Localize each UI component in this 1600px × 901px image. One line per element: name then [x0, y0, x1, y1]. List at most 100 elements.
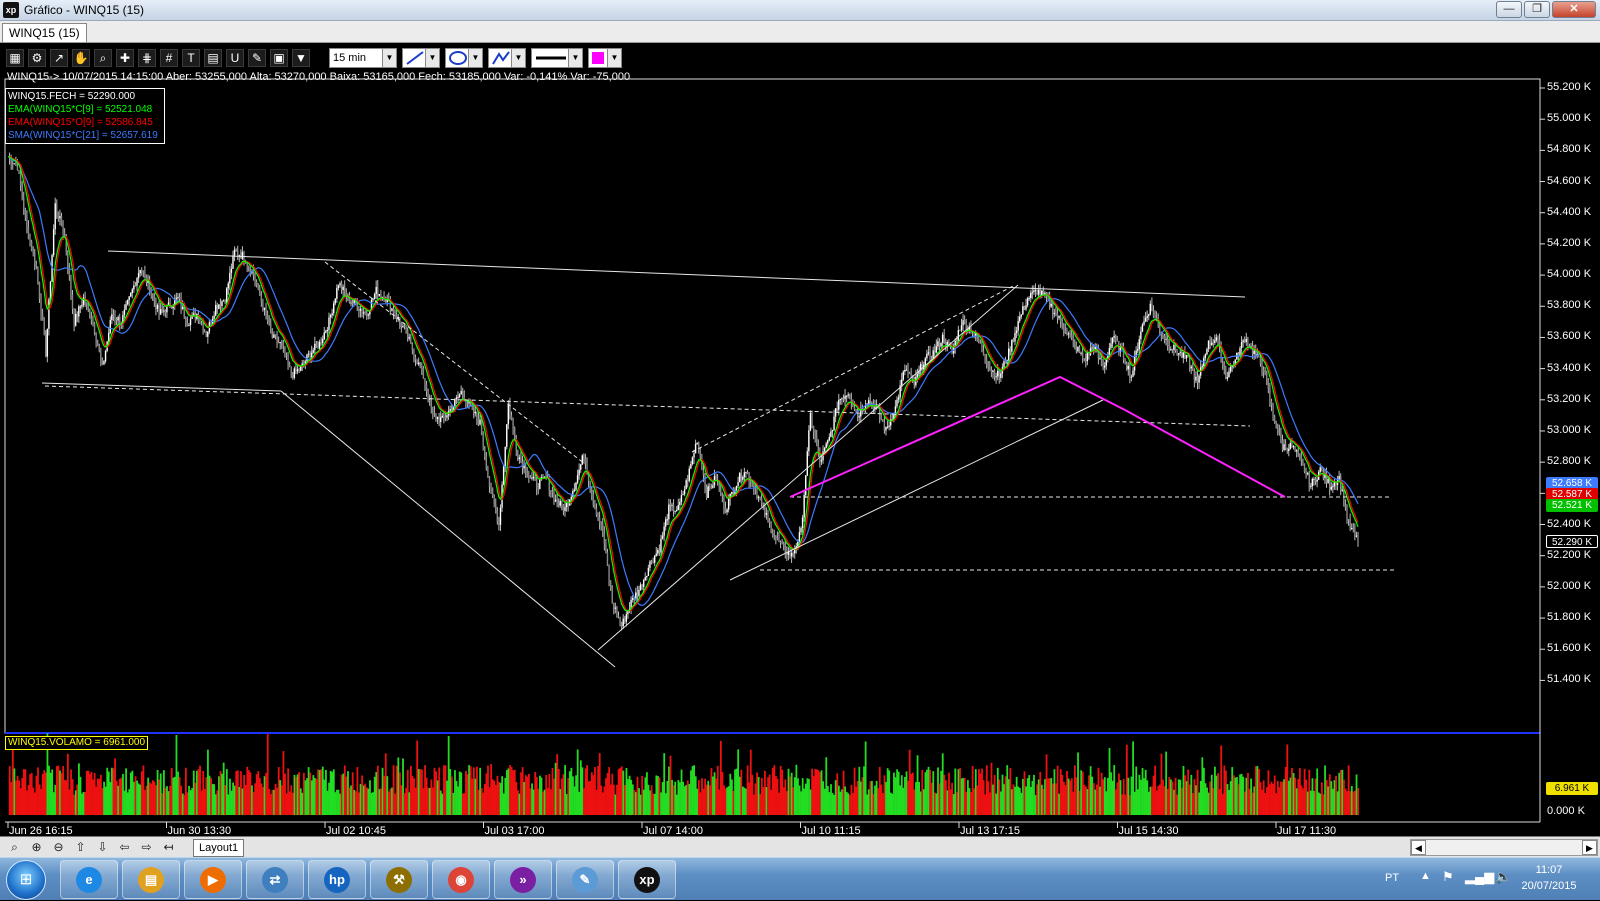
candle-body: [1294, 446, 1296, 452]
candle-body: [749, 481, 752, 483]
system-clock[interactable]: 11:07 20/07/2015: [1510, 862, 1588, 894]
volume-bar: [136, 780, 139, 815]
candle-body: [838, 400, 840, 410]
volume-bar: [1064, 785, 1067, 815]
volume-bar: [317, 769, 319, 815]
price-chart[interactable]: [0, 0, 1600, 900]
volume-bar: [1236, 777, 1238, 815]
volume-bar: [430, 779, 433, 815]
candle-body: [130, 293, 132, 297]
volume-bar: [1174, 777, 1177, 815]
candle-body: [808, 430, 810, 452]
volume-bar: [1108, 748, 1111, 815]
candle-body: [1138, 339, 1140, 350]
volume-bar: [973, 788, 976, 815]
volume-bar: [1210, 774, 1213, 815]
volume-bar: [623, 785, 626, 815]
volume-bar: [776, 778, 779, 815]
candle-body: [265, 307, 267, 316]
volume-bar: [559, 788, 562, 815]
candle-body: [1020, 314, 1022, 317]
volume-bar: [871, 780, 873, 815]
volume-bar: [512, 770, 515, 815]
language-indicator[interactable]: PT: [1385, 872, 1399, 884]
zoom-in-icon[interactable]: ⊕: [28, 840, 45, 855]
trendline[interactable]: [280, 390, 616, 668]
volume-bar: [1070, 778, 1073, 815]
taskbar-xp-icon[interactable]: xp: [618, 860, 676, 899]
arrow-up-icon[interactable]: ⇧: [72, 840, 89, 855]
trendline[interactable]: [324, 261, 586, 465]
taskbar-ie-icon[interactable]: e: [60, 860, 118, 899]
zoom-icon[interactable]: ⌕: [6, 840, 23, 855]
volume-bar: [715, 778, 718, 815]
volume-bar: [677, 780, 680, 815]
scroll-right-icon[interactable]: ▶: [1582, 840, 1597, 855]
volume-bar: [1103, 777, 1106, 815]
arrow-right-icon[interactable]: ⇨: [138, 840, 155, 855]
taskbar-paint-icon[interactable]: ✎: [556, 860, 614, 899]
volume-bar: [710, 768, 713, 815]
signal-icon[interactable]: ▂▄▆: [1465, 869, 1494, 885]
taskbar-media-icon[interactable]: ▶: [184, 860, 242, 899]
arrow-first-icon[interactable]: ↤: [160, 840, 177, 855]
volume-bar: [199, 765, 201, 815]
candle-body: [1003, 361, 1005, 368]
zoom-out-icon[interactable]: ⊖: [50, 840, 67, 855]
volume-bar: [191, 788, 194, 815]
volume-bar: [625, 767, 628, 815]
candle-body: [817, 446, 820, 452]
scroll-left-icon[interactable]: ◀: [1411, 840, 1426, 855]
horizontal-scrollbar[interactable]: ◀ ▶: [1410, 839, 1598, 856]
candle-body: [339, 283, 341, 286]
trendline[interactable]: [597, 284, 1019, 651]
candle-body: [1130, 376, 1133, 378]
volume-last-box: 6.961 K: [1546, 782, 1598, 795]
candle-body: [827, 440, 829, 444]
volume-bar: [406, 769, 409, 815]
volume-bar: [337, 789, 340, 815]
arrow-down-icon[interactable]: ⇩: [94, 840, 111, 855]
volume-bar: [911, 772, 914, 815]
candle-body: [299, 366, 302, 371]
volume-bar: [49, 772, 52, 815]
flag-icon[interactable]: ⚑: [1442, 869, 1454, 885]
volume-bar: [590, 772, 593, 815]
candle-body: [1152, 310, 1155, 317]
tray-expand-icon[interactable]: ▲: [1420, 870, 1431, 882]
trendline[interactable]: [41, 382, 282, 392]
candle-body: [564, 507, 566, 511]
volume-bar: [834, 780, 837, 815]
candle-body: [1262, 370, 1265, 373]
volume-bar: [553, 778, 555, 815]
candle-body: [825, 443, 827, 449]
volume-bar: [745, 788, 747, 815]
taskbar-network-icon[interactable]: ⇄: [246, 860, 304, 899]
candle-body: [998, 370, 1000, 378]
candle-body: [1328, 479, 1331, 490]
candle-body: [117, 316, 119, 321]
trendline[interactable]: [44, 385, 1251, 427]
candle-body: [506, 424, 508, 447]
taskbar-tools-icon[interactable]: ⚒: [370, 860, 428, 899]
volume-bar: [435, 771, 437, 815]
start-button[interactable]: ⊞: [6, 860, 46, 900]
pattern-line[interactable]: [789, 375, 1286, 498]
candle-body: [1305, 472, 1307, 474]
volume-icon[interactable]: 🔈: [1495, 869, 1511, 885]
taskbar-app-icon[interactable]: »: [494, 860, 552, 899]
taskbar-chrome-icon[interactable]: ◉: [432, 860, 490, 899]
trendline[interactable]: [691, 284, 1016, 453]
volume-bar: [804, 783, 807, 815]
volume-bar: [1086, 789, 1089, 815]
volume-label: WINQ15.VOLAMO = 6961.000: [5, 736, 149, 750]
layout-tab[interactable]: Layout1: [193, 839, 245, 857]
arrow-left-icon[interactable]: ⇦: [116, 840, 133, 855]
candle-body: [1063, 326, 1065, 331]
taskbar-hp-icon[interactable]: hp: [308, 860, 366, 899]
candle-body: [229, 272, 231, 284]
trendline[interactable]: [107, 250, 1246, 298]
volume-bar: [537, 788, 540, 815]
taskbar-explorer-icon[interactable]: ▤: [122, 860, 180, 899]
trendline[interactable]: [729, 399, 1104, 581]
